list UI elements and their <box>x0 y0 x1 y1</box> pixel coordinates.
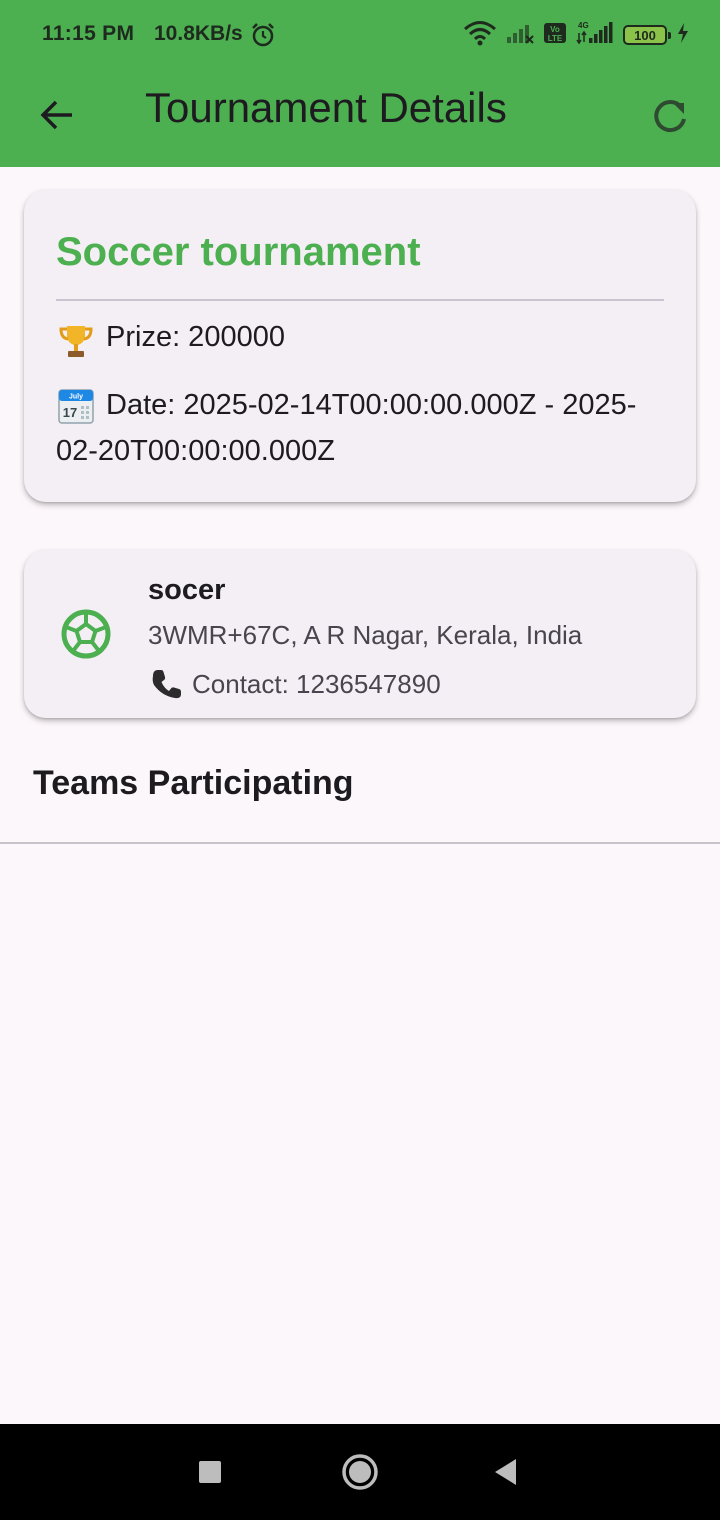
soccer-ball-icon <box>61 609 111 659</box>
venue-contact-text: Contact: 1236547890 <box>192 668 441 699</box>
trophy-icon <box>59 326 93 357</box>
4g-signal-icon: 4G <box>576 20 614 51</box>
status-icons: Vo LTE 4G 100 <box>463 20 690 50</box>
signal-icon <box>506 22 534 49</box>
app-bar: Tournament Details <box>0 70 720 167</box>
svg-text:4G: 4G <box>578 21 589 30</box>
venue-address: 3WMR+67C, A R Nagar, Kerala, India <box>148 620 583 650</box>
svg-text:17: 17 <box>63 405 77 420</box>
back-button[interactable] <box>30 88 84 142</box>
svg-text:Vo: Vo <box>550 25 560 34</box>
refresh-button[interactable] <box>642 88 698 144</box>
tournament-divider <box>56 299 664 301</box>
svg-text:LTE: LTE <box>548 34 563 43</box>
battery-icon: 100 <box>623 25 671 45</box>
back-triangle-icon <box>495 1459 516 1485</box>
venue-contact-row: Contact: 1236547890 <box>148 667 441 701</box>
date-row: July 17 Date: 2025-02-14T00:00:00.000Z -… <box>56 382 656 474</box>
venue-name: socer <box>148 574 226 606</box>
status-network-speed: 10.8KB/s <box>154 22 243 45</box>
top-bar: 11:15 PM 10.8KB/s Vo LTE 4G 100 Tourname… <box>0 0 720 167</box>
back-nav-button[interactable] <box>482 1448 530 1496</box>
page-title: Tournament Details <box>145 84 507 131</box>
arrow-back-icon <box>40 100 72 130</box>
system-nav-bar <box>0 1424 720 1520</box>
tournament-details-screen: 11:15 PM 10.8KB/s Vo LTE 4G 100 Tourname… <box>0 0 720 1520</box>
date-text: Date: 2025-02-14T00:00:00.000Z - 2025-02… <box>56 389 637 467</box>
recents-square-icon <box>199 1461 221 1483</box>
recents-button[interactable] <box>186 1448 234 1496</box>
calendar-icon: July 17 <box>58 389 94 425</box>
status-time: 11:15 PM <box>42 22 135 45</box>
prize-row: Prize: 200000 <box>56 321 285 361</box>
prize-text: Prize: 200000 <box>106 321 285 353</box>
teams-divider <box>0 842 720 844</box>
tournament-card: Soccer tournament Prize: 200000 July 17 <box>24 190 696 502</box>
svg-text:July: July <box>69 394 83 401</box>
refresh-icon <box>654 100 686 133</box>
venue-card[interactable]: socer 3WMR+67C, A R Nagar, Kerala, India… <box>24 550 696 718</box>
home-circle-icon <box>342 1454 378 1490</box>
tournament-name: Soccer tournament <box>56 230 421 274</box>
wifi-icon <box>463 20 497 51</box>
charging-icon <box>676 22 690 49</box>
phone-icon <box>152 670 181 699</box>
volte-icon: Vo LTE <box>543 22 567 49</box>
home-button[interactable] <box>336 1448 384 1496</box>
teams-heading: Teams Participating <box>33 764 354 802</box>
alarm-icon <box>250 22 276 53</box>
status-bar: 11:15 PM 10.8KB/s Vo LTE 4G 100 <box>0 0 720 70</box>
